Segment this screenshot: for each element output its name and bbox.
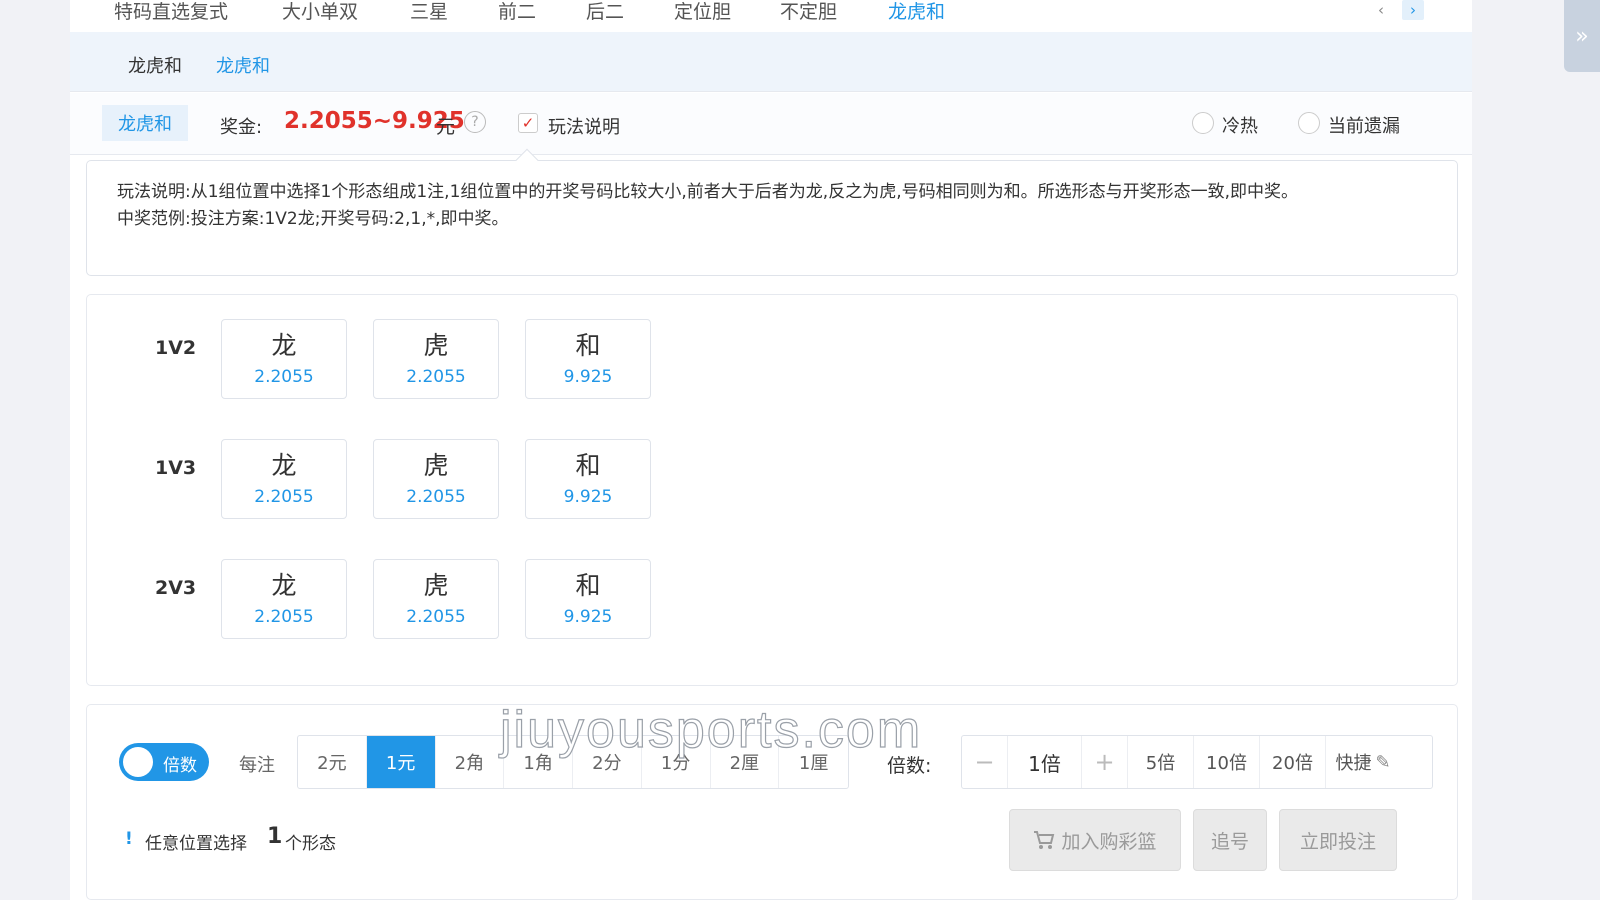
row-label: 2V3: [155, 577, 197, 599]
rules-description: 玩法说明:从1组位置中选择1个形态组成1注,1组位置中的开奖号码比较大小,前者大…: [86, 148, 1458, 276]
info-icon: !: [125, 829, 133, 849]
plus-button[interactable]: +: [1082, 736, 1128, 788]
rules-checkbox-label[interactable]: 玩法说明: [548, 113, 620, 139]
rules-example: 中奖范例:投注方案:1V2龙;开奖号码:2,1,*,即中奖。: [117, 209, 509, 229]
multiplier-input[interactable]: 1倍: [1008, 736, 1082, 788]
cell-name: 和: [575, 331, 601, 360]
minus-button[interactable]: −: [962, 736, 1008, 788]
bet-now-button[interactable]: 立即投注: [1279, 809, 1397, 871]
bet-cell-tie[interactable]: 和 9.925: [525, 439, 651, 519]
chevron-left-icon[interactable]: ‹: [1370, 0, 1392, 20]
edit-icon: ✎: [1375, 751, 1391, 773]
cell-name: 龙: [271, 451, 297, 480]
bonus-unit: 元: [436, 116, 456, 138]
multiplier-stepper: − 1倍 + 5倍 10倍 20倍 快捷 ✎: [961, 735, 1433, 789]
cell-odds: 9.925: [563, 607, 613, 627]
preset-20x-button[interactable]: 20倍: [1260, 736, 1326, 788]
tab-play-type[interactable]: 定位胆: [674, 0, 731, 24]
bet-cell-dragon[interactable]: 龙 2.2055: [221, 319, 347, 399]
toggle-label: 倍数: [163, 756, 197, 776]
bonus-label: 奖金:: [220, 117, 263, 138]
cell-name: 龙: [271, 331, 297, 360]
bet-selection-grid: 1V2 龙 2.2055 虎 2.2055 和 9.925 1V3 龙 2.20…: [86, 294, 1458, 686]
unit-button-active[interactable]: 1元: [366, 736, 436, 788]
cell-odds: 2.2055: [406, 367, 466, 387]
cell-name: 虎: [423, 331, 449, 360]
cart-icon: [1034, 831, 1055, 849]
expand-sidebar-icon[interactable]: »: [1564, 0, 1600, 72]
current-play-chip: 龙虎和: [102, 105, 188, 141]
cell-odds: 9.925: [563, 487, 613, 507]
bet-cell-tiger[interactable]: 虎 2.2055: [373, 439, 499, 519]
sub-tabs: 龙虎和 龙虎和: [70, 32, 1472, 92]
unit-button[interactable]: 2元: [298, 736, 367, 788]
cell-name: 和: [575, 451, 601, 480]
chase-button[interactable]: 追号: [1193, 809, 1267, 871]
tab-play-type[interactable]: 三星: [410, 0, 448, 24]
rules-checkbox[interactable]: ✓: [518, 113, 538, 133]
cell-name: 虎: [423, 571, 449, 600]
selection-count: 1: [267, 824, 283, 849]
add-to-cart-button[interactable]: 加入购彩篮: [1009, 809, 1181, 871]
tab-play-type[interactable]: 不定胆: [780, 0, 837, 24]
tab-dragon-tiger-active[interactable]: 龙虎和: [888, 0, 945, 24]
bet-cell-tie[interactable]: 和 9.925: [525, 559, 651, 639]
multiplier-toggle[interactable]: 倍数: [119, 743, 209, 781]
cell-odds: 9.925: [563, 367, 613, 387]
cell-odds: 2.2055: [254, 607, 314, 627]
per-bet-label: 每注: [239, 755, 275, 776]
watermark: jiuyousports.com: [499, 700, 923, 759]
preset-10x-button[interactable]: 10倍: [1194, 736, 1260, 788]
preset-5x-button[interactable]: 5倍: [1128, 736, 1194, 788]
bet-cell-tie[interactable]: 和 9.925: [525, 319, 651, 399]
cell-odds: 2.2055: [406, 487, 466, 507]
bet-cell-dragon[interactable]: 龙 2.2055: [221, 439, 347, 519]
cell-odds: 2.2055: [254, 487, 314, 507]
hot-cold-label[interactable]: 冷热: [1222, 112, 1258, 138]
lottery-panel: 特码直选复式 大小单双 三星 前二 后二 定位胆 不定胆 龙虎和 ‹ › 龙虎和…: [70, 0, 1472, 900]
missing-radio[interactable]: [1298, 112, 1320, 134]
tab-play-type[interactable]: 后二: [586, 0, 624, 24]
bonus-row: 龙虎和 奖金: 2.2055~9.925 元 ? ✓ 玩法说明 冷热 当前遗漏: [70, 93, 1472, 155]
selection-hint: 任意位置选择: [145, 834, 247, 854]
quick-label: 快捷: [1335, 753, 1372, 774]
sub-tab-dragon-tiger[interactable]: 龙虎和: [216, 52, 270, 78]
add-to-cart-label: 加入购彩篮: [1061, 830, 1157, 853]
bet-cell-tiger[interactable]: 虎 2.2055: [373, 319, 499, 399]
quick-button[interactable]: 快捷 ✎: [1326, 736, 1400, 788]
bet-cell-tiger[interactable]: 虎 2.2055: [373, 559, 499, 639]
bet-cell-dragon[interactable]: 龙 2.2055: [221, 559, 347, 639]
cell-odds: 2.2055: [254, 367, 314, 387]
tab-play-type[interactable]: 特码直选复式: [114, 0, 228, 24]
cell-name: 和: [575, 571, 601, 600]
missing-label[interactable]: 当前遗漏: [1328, 112, 1400, 138]
row-label: 1V3: [155, 457, 197, 479]
sub-tab-group-label: 龙虎和: [128, 56, 182, 77]
cell-name: 龙: [271, 571, 297, 600]
hot-cold-radio[interactable]: [1192, 112, 1214, 134]
rules-text: 玩法说明:从1组位置中选择1个形态组成1注,1组位置中的开奖号码比较大小,前者大…: [117, 182, 1299, 202]
selection-hint-suffix: 个形态: [285, 834, 336, 854]
help-icon[interactable]: ?: [464, 111, 486, 133]
row-label: 1V2: [155, 337, 197, 359]
unit-button[interactable]: 2角: [436, 736, 505, 788]
cell-name: 虎: [423, 451, 449, 480]
chevron-right-icon[interactable]: ›: [1402, 0, 1424, 20]
tab-play-type[interactable]: 前二: [498, 0, 536, 24]
tab-play-type[interactable]: 大小单双: [282, 0, 358, 24]
toggle-knob: [123, 747, 153, 777]
cell-odds: 2.2055: [406, 607, 466, 627]
play-type-tabs: 特码直选复式 大小单双 三星 前二 后二 定位胆 不定胆 龙虎和 ‹ ›: [70, 0, 1472, 32]
